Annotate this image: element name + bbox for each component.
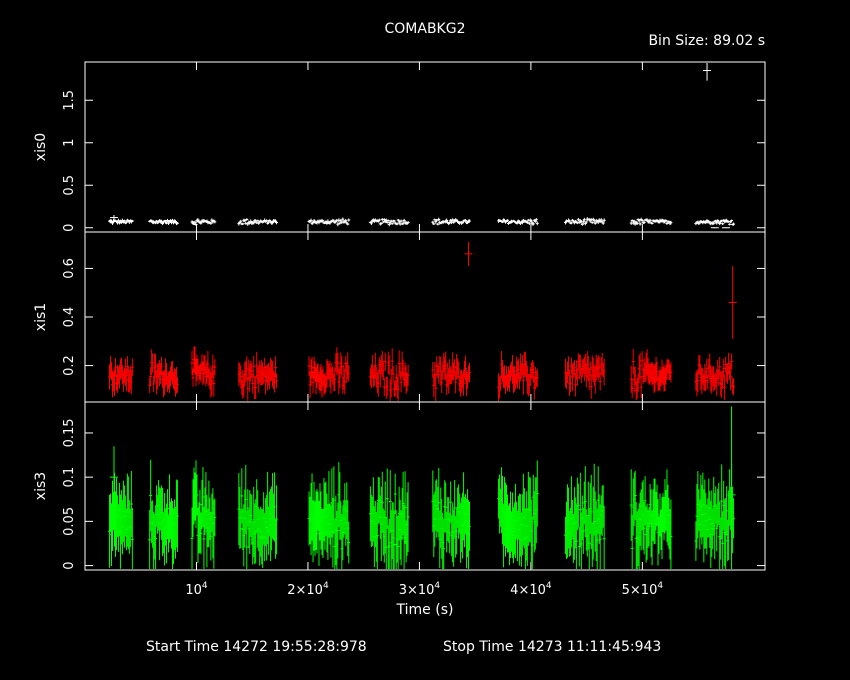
y-tick-label: 0 <box>62 561 77 569</box>
x-tick-label: 3×104 <box>399 581 441 598</box>
light-curve-chart: COMABKG2 Bin Size: 89.02 s 00.511.5xis00… <box>33 21 766 655</box>
y-tick-label: 0.4 <box>62 307 77 328</box>
y-tick-label: 0.15 <box>62 418 77 447</box>
y-tick-label: 0.6 <box>62 258 77 279</box>
panel-frame <box>84 61 766 233</box>
data-series-xis3 <box>108 406 736 569</box>
y-axis-label-xis3: xis3 <box>33 472 49 500</box>
chart-title: COMABKG2 <box>385 21 466 37</box>
data-series-xis0 <box>108 63 736 229</box>
x-tick-label: 104 <box>185 581 208 598</box>
y-tick-label: 0.5 <box>62 175 77 196</box>
panels-group: 0 0.5 1 1.5 xis0 0.2 0.4 0.6 xis1 0 0.05 0.1 0.15 xis… <box>33 61 766 598</box>
y-tick-label: 0.2 <box>62 355 77 376</box>
panel-xis1: 0.2 0.4 0.6 xis1 <box>33 231 766 403</box>
x-axis-label: Time (s) <box>396 602 454 618</box>
panel-xis0: 0 0.5 1 1.5 xis0 <box>33 61 766 233</box>
y-tick-label: 0.1 <box>62 467 77 488</box>
data-series-xis1 <box>108 241 737 401</box>
y-tick-label: 0.05 <box>62 507 77 536</box>
x-tick-label: 4×104 <box>510 581 552 598</box>
y-axis-label-xis0: xis0 <box>33 133 49 161</box>
panel-frame <box>84 401 766 571</box>
x-tick-label: 5×104 <box>622 581 664 598</box>
y-axis-label-xis1: xis1 <box>33 303 49 331</box>
y-tick-label: 0 <box>62 224 77 232</box>
y-tick-label: 1 <box>62 139 77 147</box>
stop-time-label: Stop Time 14273 11:11:45:943 <box>443 639 661 655</box>
bin-size-label: Bin Size: 89.02 s <box>648 33 765 49</box>
x-tick-label: 2×104 <box>287 581 329 598</box>
start-time-label: Start Time 14272 19:55:28:978 <box>146 639 367 655</box>
panel-xis3: 0 0.05 0.1 0.15 xis3 <box>33 401 766 571</box>
y-tick-label: 1.5 <box>62 90 77 111</box>
